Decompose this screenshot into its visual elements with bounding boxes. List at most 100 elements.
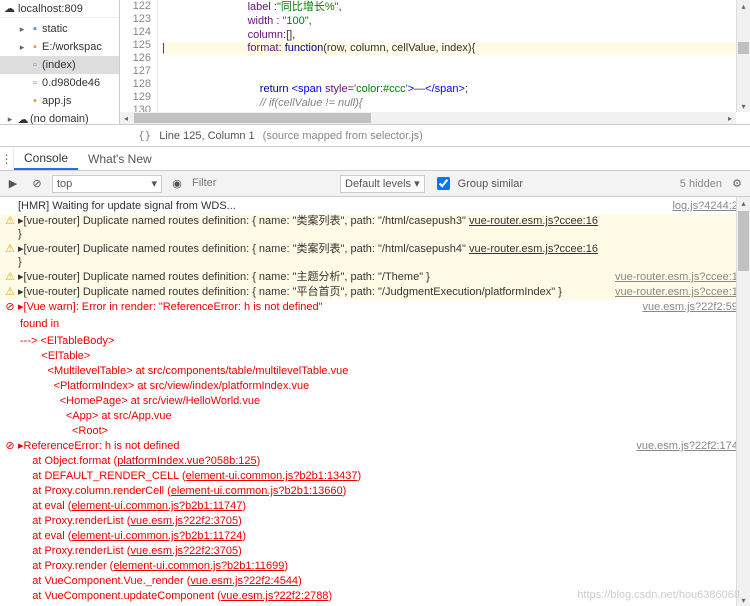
message-text: <ElTable>	[2, 350, 744, 363]
source-link[interactable]: vue-router.esm.js?ccee:16	[469, 243, 598, 255]
clear-console-icon[interactable]: ⊘	[28, 175, 46, 193]
tree-item-label: E:/workspac	[42, 41, 102, 53]
message-text: [HMR] Waiting for update signal from WDS…	[18, 200, 666, 213]
source-link[interactable]: element-ui.common.js?b2b1:11724	[71, 530, 242, 542]
error-icon: ⊘	[2, 440, 18, 453]
source-link[interactable]: element-ui.common.js?b2b1:13437	[186, 470, 358, 482]
console-scrollbar[interactable]: ▴ ▾	[736, 197, 750, 606]
scroll-down-icon[interactable]: ▾	[737, 100, 750, 112]
editor-scrollbar-vertical[interactable]: ▴ ▾	[736, 0, 750, 112]
log-levels-selector[interactable]: Default levels ▾	[340, 175, 425, 193]
eye-icon[interactable]: ◉	[168, 175, 186, 193]
console-message[interactable]: at eval (element-ui.common.js?b2b1:11747…	[0, 499, 750, 514]
console-message[interactable]: <ElTable>	[0, 349, 750, 364]
editor-statusbar: {} Line 125, Column 1 (source mapped fro…	[0, 125, 750, 147]
tree-item-label: (no domain)	[30, 113, 89, 124]
watermark: https://blog.csdn.net/hou6386068	[577, 589, 740, 602]
scroll-thumb[interactable]	[738, 211, 749, 271]
scroll-left-icon[interactable]: ◂	[120, 112, 132, 124]
scroll-right-icon[interactable]: ▸	[724, 112, 736, 124]
source-link[interactable]: element-ui.common.js?b2b1:13660	[171, 485, 343, 497]
stepover-icon[interactable]: ▶	[4, 175, 22, 193]
message-text: ▸[Vue warn]: Error in render: "Reference…	[18, 301, 636, 314]
source-link[interactable]: vue.esm.js?22f2:3705	[130, 545, 238, 557]
console-message[interactable]: <HomePage> at src/view/HelloWorld.vue	[0, 394, 750, 409]
console-message[interactable]: at DEFAULT_RENDER_CELL (element-ui.commo…	[0, 469, 750, 484]
console-message[interactable]: ⚠▸[vue-router] Duplicate named routes de…	[0, 242, 750, 270]
tree-item[interactable]: ▫(index)	[0, 56, 119, 74]
doc-icon: ▫	[28, 59, 42, 71]
source-link[interactable]: vue-router.esm.js?ccee:16	[469, 215, 598, 227]
console-message[interactable]: ⚠▸[vue-router] Duplicate named routes de…	[0, 285, 750, 300]
console-message[interactable]: ⊘▸[Vue warn]: Error in render: "Referenc…	[0, 300, 750, 315]
scroll-thumb-h[interactable]	[134, 113, 371, 123]
tree-item[interactable]: ▸▪E:/workspac	[0, 38, 119, 56]
console-message[interactable]: at Proxy.renderList (vue.esm.js?22f2:370…	[0, 514, 750, 529]
braces-icon[interactable]: {}	[138, 129, 151, 142]
console-message[interactable]: found in	[0, 317, 750, 332]
source-link[interactable]: platformIndex.vue?058b:125	[117, 455, 256, 467]
console-message[interactable]: [HMR] Waiting for update signal from WDS…	[0, 199, 750, 214]
scroll-up-icon[interactable]: ▴	[737, 0, 750, 12]
message-text: ▸[vue-router] Duplicate named routes def…	[18, 286, 609, 299]
console-message[interactable]: ---> <ElTableBody>	[0, 334, 750, 349]
source-link[interactable]: vue-router.esm.js?ccee:16	[609, 286, 744, 299]
group-similar-label[interactable]: Group similar	[458, 178, 523, 190]
tree-item[interactable]: ▸☁(no domain)	[0, 110, 119, 124]
message-text: found in	[2, 318, 744, 331]
scroll-up-icon[interactable]: ▴	[737, 197, 750, 209]
cloud-icon: ☁	[4, 2, 15, 15]
message-text: <Root>	[2, 425, 744, 438]
console-message[interactable]: ⚠▸[vue-router] Duplicate named routes de…	[0, 214, 750, 242]
error-icon: ⊘	[2, 301, 18, 314]
source-link[interactable]: vue.esm.js?22f2:4544	[190, 575, 298, 587]
breadcrumb[interactable]: ☁ localhost:809	[0, 0, 119, 18]
message-text: <App> at src/App.vue	[2, 410, 744, 423]
console-message[interactable]: ⚠▸[vue-router] Duplicate named routes de…	[0, 270, 750, 285]
console-message[interactable]: <MultilevelTable> at src/components/tabl…	[0, 364, 750, 379]
context-selector[interactable]: top▾	[52, 175, 162, 193]
source-link[interactable]: element-ui.common.js?b2b1:11699	[113, 560, 284, 572]
message-text: <HomePage> at src/view/HelloWorld.vue	[2, 395, 744, 408]
group-similar-checkbox[interactable]	[437, 177, 450, 190]
source-link[interactable]: vue-router.esm.js?ccee:16	[609, 271, 744, 284]
editor-scrollbar-horizontal[interactable]: ◂ ▸	[120, 112, 736, 124]
console-message[interactable]: at Object.format (platformIndex.vue?058b…	[0, 454, 750, 469]
code-editor[interactable]: 122123124125126127128129130 label :"同比增长…	[120, 0, 750, 124]
message-text: at Object.format (platformIndex.vue?058b…	[2, 455, 744, 468]
source-link[interactable]: element-ui.common.js?b2b1:11747	[71, 500, 242, 512]
source-link[interactable]: vue.esm.js?22f2:591	[636, 301, 744, 314]
console-output[interactable]: [HMR] Waiting for update signal from WDS…	[0, 197, 750, 606]
console-message[interactable]: at Proxy.renderList (vue.esm.js?22f2:370…	[0, 544, 750, 559]
source-link[interactable]: vue.esm.js?22f2:2788	[221, 590, 329, 602]
drawer-tabs: ⋮ ConsoleWhat's New	[0, 147, 750, 171]
console-message[interactable]: <App> at src/App.vue	[0, 409, 750, 424]
console-message[interactable]: <Root>	[0, 424, 750, 439]
warn-icon: ⚠	[2, 215, 18, 241]
filter-input[interactable]	[192, 175, 334, 193]
source-link[interactable]: vue.esm.js?22f2:3705	[130, 515, 238, 527]
scroll-thumb[interactable]	[738, 42, 749, 54]
tree-item[interactable]: ▪app.js	[0, 92, 119, 110]
hidden-count[interactable]: 5 hidden	[680, 178, 722, 190]
drawer-menu-icon[interactable]: ⋮	[0, 147, 14, 170]
message-text: <MultilevelTable> at src/components/tabl…	[2, 365, 744, 378]
console-toolbar: ▶ ⊘ top▾ ◉ Default levels ▾ Group simila…	[0, 171, 750, 197]
warn-icon: ⚠	[2, 271, 18, 284]
tree-item[interactable]: ▫0.d980de46	[0, 74, 119, 92]
source-link[interactable]: log.js?4244:23	[666, 200, 744, 213]
source-link[interactable]: vue.esm.js?22f2:1741	[630, 440, 744, 453]
message-text: at Proxy.renderList (vue.esm.js?22f2:370…	[2, 545, 744, 558]
console-message[interactable]: ⊘▸ReferenceError: h is not definedvue.es…	[0, 439, 750, 454]
code-area[interactable]: label :"同比增长%", width : "100", column:[]…	[158, 0, 750, 124]
console-message[interactable]: at Proxy.render (element-ui.common.js?b2…	[0, 559, 750, 574]
console-message[interactable]: at eval (element-ui.common.js?b2b1:11724…	[0, 529, 750, 544]
console-message[interactable]: <PlatformIndex> at src/view/index/platfo…	[0, 379, 750, 394]
console-message[interactable]: at Proxy.column.renderCell (element-ui.c…	[0, 484, 750, 499]
drawer-tab[interactable]: Console	[14, 147, 78, 170]
tree-item[interactable]: ▸▪static	[0, 20, 119, 38]
message-text: at Proxy.column.renderCell (element-ui.c…	[2, 485, 744, 498]
gear-icon[interactable]: ⚙	[728, 177, 746, 190]
drawer-tab[interactable]: What's New	[78, 147, 162, 170]
console-message[interactable]: at VueComponent.Vue._render (vue.esm.js?…	[0, 574, 750, 589]
